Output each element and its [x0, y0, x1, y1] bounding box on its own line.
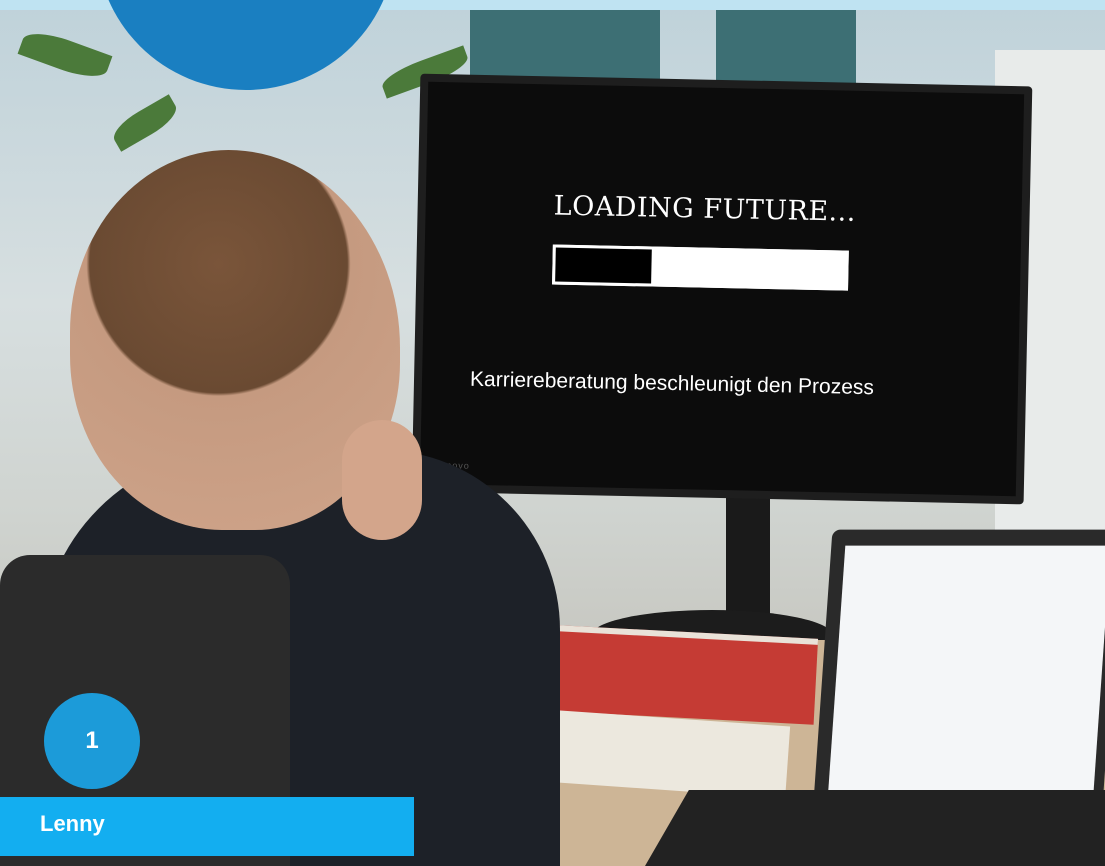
- progress-bar-fill: [555, 247, 652, 284]
- number-badge: 1: [44, 693, 140, 789]
- laptop-webpage: [827, 545, 1105, 805]
- screen-subtitle: Karriereberatung beschleunigt den Prozes…: [469, 367, 875, 400]
- photo-scene: LOADING FUTURE... Karriereberatung besch…: [0, 0, 1105, 866]
- monitor-stand: [726, 490, 770, 630]
- laptop-keyboard: [631, 790, 1105, 866]
- monitor: LOADING FUTURE... Karriereberatung besch…: [411, 73, 1033, 505]
- book-stack: [553, 625, 819, 725]
- person-hand: [342, 420, 422, 540]
- plant-leaf: [108, 94, 182, 152]
- laptop-screen: [812, 529, 1105, 821]
- name-caption: Lenny: [0, 797, 414, 856]
- plant-leaf: [17, 25, 113, 85]
- decorative-circle: [96, 0, 396, 90]
- loading-text: LOADING FUTURE...: [553, 190, 857, 228]
- progress-bar: [552, 244, 849, 291]
